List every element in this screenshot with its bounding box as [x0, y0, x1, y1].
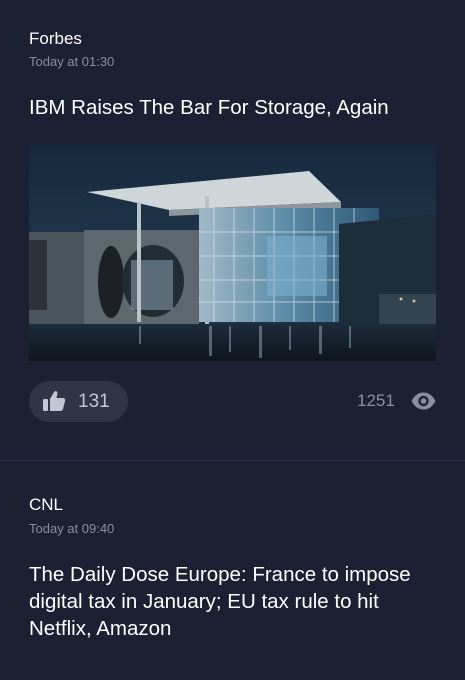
news-feed: Forbes Today at 01:30 IBM Raises The Bar…: [0, 0, 465, 680]
thumbs-up-icon: [43, 391, 66, 411]
article-image[interactable]: [29, 144, 436, 361]
article-headline[interactable]: The Daily Dose Europe: France to impose …: [29, 561, 439, 642]
like-count: 131: [78, 391, 110, 412]
like-button[interactable]: 131: [29, 381, 128, 422]
article-timestamp: Today at 01:30: [29, 54, 115, 69]
article-timestamp: Today at 09:40: [29, 521, 115, 536]
eye-icon: [411, 392, 436, 410]
article-headline[interactable]: IBM Raises The Bar For Storage, Again: [29, 94, 439, 121]
article-source: CNL: [29, 495, 64, 514]
article-card[interactable]: Forbes Today at 01:30 IBM Raises The Bar…: [0, 0, 465, 460]
article-source: Forbes: [29, 29, 82, 48]
view-count: 1251: [357, 391, 395, 410]
article-card[interactable]: CNL Today at 09:40 The Daily Dose Europe…: [0, 461, 465, 680]
